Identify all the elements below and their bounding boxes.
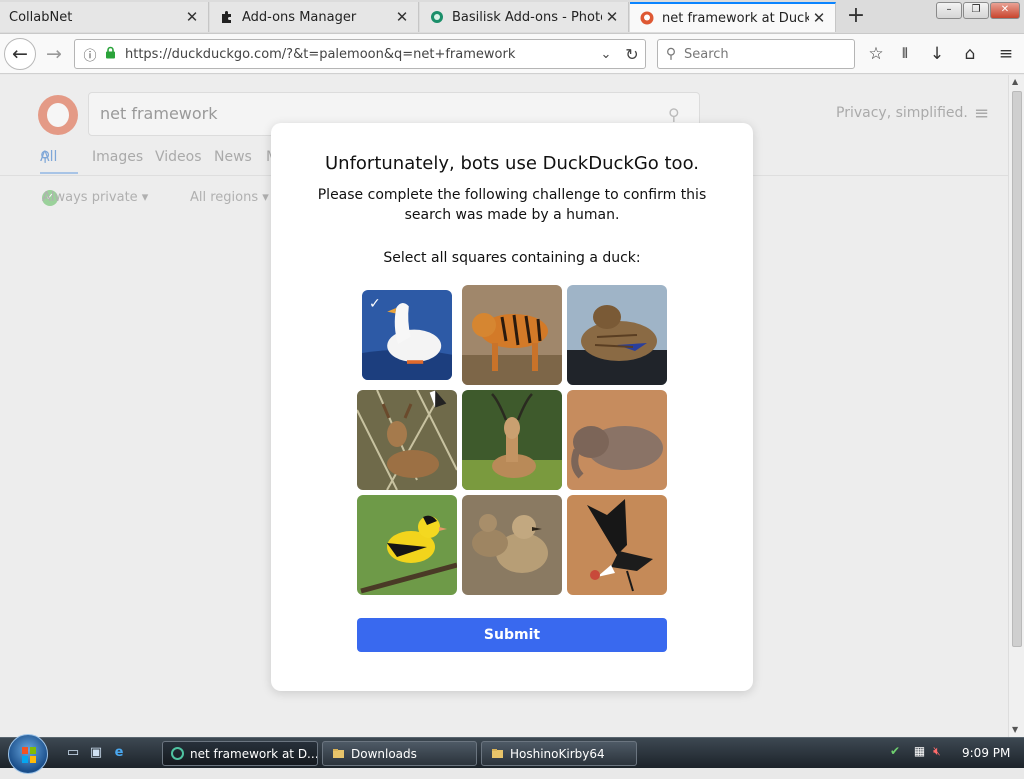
tile-white-duck[interactable]: ✓ [362, 290, 452, 380]
windows-logo-icon [22, 747, 36, 763]
home-icon[interactable]: ⌂ [958, 42, 982, 66]
tab-basilisk-addons[interactable]: Basilisk Add-ons - Photonic ✕ [420, 2, 629, 32]
condor-image [567, 495, 667, 595]
switch-windows-icon[interactable]: ▣ [87, 744, 105, 762]
windows-taskbar: ▭ ▣ e net framework at D... Downloads Ho… [0, 734, 1024, 774]
download-icon[interactable]: ↓ [925, 42, 949, 66]
taskbar-item-browser[interactable]: net framework at D... [162, 741, 318, 766]
chevron-down-icon[interactable]: ⌄ [593, 47, 619, 62]
search-icon: ⚲ [665, 46, 677, 62]
taskbar-item-hoshinokirby64[interactable]: HoshinoKirby64 [481, 741, 637, 766]
search-bar[interactable]: ⚲ Search [657, 39, 855, 69]
tab-label: Basilisk Add-ons - Photonic [452, 9, 602, 25]
minimize-button[interactable]: – [936, 2, 962, 19]
bot-challenge-dialog: Unfortunately, bots use DuckDuckGo too. … [271, 123, 753, 691]
tile-tiger[interactable] [462, 285, 562, 385]
tile-condor[interactable] [567, 495, 667, 595]
library-icon[interactable]: ⫴ [893, 42, 917, 66]
security-shield-icon[interactable]: ✔ [890, 744, 900, 758]
ducklings-image [462, 495, 562, 595]
close-window-button[interactable]: ✕ [990, 2, 1020, 19]
hamburger-menu-icon[interactable]: ≡ [974, 103, 989, 124]
tab-addons-manager[interactable]: Add-ons Manager ✕ [210, 2, 419, 32]
check-icon: ✓ [369, 296, 381, 312]
tile-antelope[interactable] [462, 390, 562, 490]
page-scrollbar[interactable]: ▲ ▼ [1008, 75, 1024, 737]
info-icon[interactable]: ⓘ [79, 45, 101, 64]
lock-icon [101, 46, 119, 63]
puzzle-icon [219, 9, 235, 25]
tile-mallard-duck[interactable] [567, 285, 667, 385]
maximize-button[interactable]: ❐ [963, 2, 989, 19]
show-desktop-icon[interactable]: ▭ [64, 744, 82, 762]
folder-icon [490, 747, 504, 761]
palemoon-icon [171, 746, 184, 761]
system-tray: ✔ ▦ 🔇︎ [890, 744, 941, 759]
search-icon[interactable]: ⚲ [668, 105, 680, 124]
tab-label: CollabNet [9, 9, 73, 25]
antelope-image [462, 390, 562, 490]
mallard-duck-image [567, 285, 667, 385]
active-tab-underline [40, 172, 78, 174]
arrow-right-icon: → [46, 43, 62, 65]
close-icon[interactable]: ✕ [602, 8, 622, 26]
tab-duckduckgo[interactable]: net framework at DuckDuck ✕ [630, 2, 836, 32]
addon-site-icon [429, 9, 445, 25]
scroll-down-icon[interactable]: ▼ [1012, 725, 1018, 734]
tab-videos[interactable]: Videos [155, 149, 202, 165]
search-placeholder[interactable]: Search [684, 47, 729, 62]
submit-button[interactable]: Submit [357, 618, 667, 652]
close-icon[interactable]: ✕ [392, 8, 412, 26]
menu-icon[interactable]: ≡ [994, 42, 1018, 66]
privacy-tagline[interactable]: Privacy, simplified. [836, 105, 968, 121]
bookmark-star-icon[interactable]: ☆ [864, 42, 888, 66]
scrollbar-thumb[interactable] [1012, 91, 1022, 647]
tab-images[interactable]: Images [92, 149, 143, 165]
tab-news[interactable]: News [214, 149, 252, 165]
tile-elephant[interactable] [567, 390, 667, 490]
tab-strip: CollabNet ✕ Add-ons Manager ✕ Basilisk A… [0, 0, 1024, 34]
tile-ducklings[interactable] [462, 495, 562, 595]
scroll-up-icon[interactable]: ▲ [1012, 77, 1018, 86]
challenge-title: Unfortunately, bots use DuckDuckGo too. [325, 153, 699, 174]
url-text[interactable]: https://duckduckgo.com/?&t=palemoon&q=ne… [125, 47, 593, 62]
navigation-bar: ← → ⓘ https://duckduckgo.com/?&t=palemoo… [0, 34, 1024, 74]
forward-button[interactable]: → [38, 38, 70, 70]
reload-icon[interactable]: ↻ [619, 45, 645, 64]
challenge-subtitle: Please complete the following challenge … [317, 187, 707, 223]
taskbar-item-downloads[interactable]: Downloads [322, 741, 477, 766]
tab-label: net framework at DuckDuck [662, 10, 809, 26]
url-bar[interactable]: ⓘ https://duckduckgo.com/?&t=palemoon&q=… [74, 39, 646, 69]
back-button[interactable]: ← [4, 38, 36, 70]
tab-collabnet[interactable]: CollabNet ✕ [0, 2, 209, 32]
folder-icon [331, 747, 345, 761]
challenge-instruction: Select all squares containing a duck: [383, 250, 641, 266]
duckduckgo-icon [639, 10, 655, 26]
tab-label: Add-ons Manager [242, 9, 357, 25]
start-button[interactable] [8, 734, 48, 774]
goldfinch-image [357, 495, 457, 595]
region-filter[interactable]: All regions ▾ [190, 190, 269, 205]
new-tab-button[interactable]: + [842, 4, 870, 30]
clock[interactable]: 9:09 PM [962, 746, 1010, 760]
tiger-image [462, 285, 562, 385]
close-icon[interactable]: ✕ [182, 8, 202, 26]
volume-muted-icon[interactable]: 🔇︎ [933, 744, 941, 758]
elephant-image [567, 390, 667, 490]
tile-goldfinch[interactable] [357, 495, 457, 595]
arrow-left-icon: ← [12, 43, 28, 65]
internet-explorer-icon[interactable]: e [110, 744, 128, 762]
network-icon[interactable]: ▦ [914, 744, 925, 758]
duckduckgo-logo[interactable] [38, 95, 78, 135]
close-icon[interactable]: ✕ [809, 9, 829, 27]
